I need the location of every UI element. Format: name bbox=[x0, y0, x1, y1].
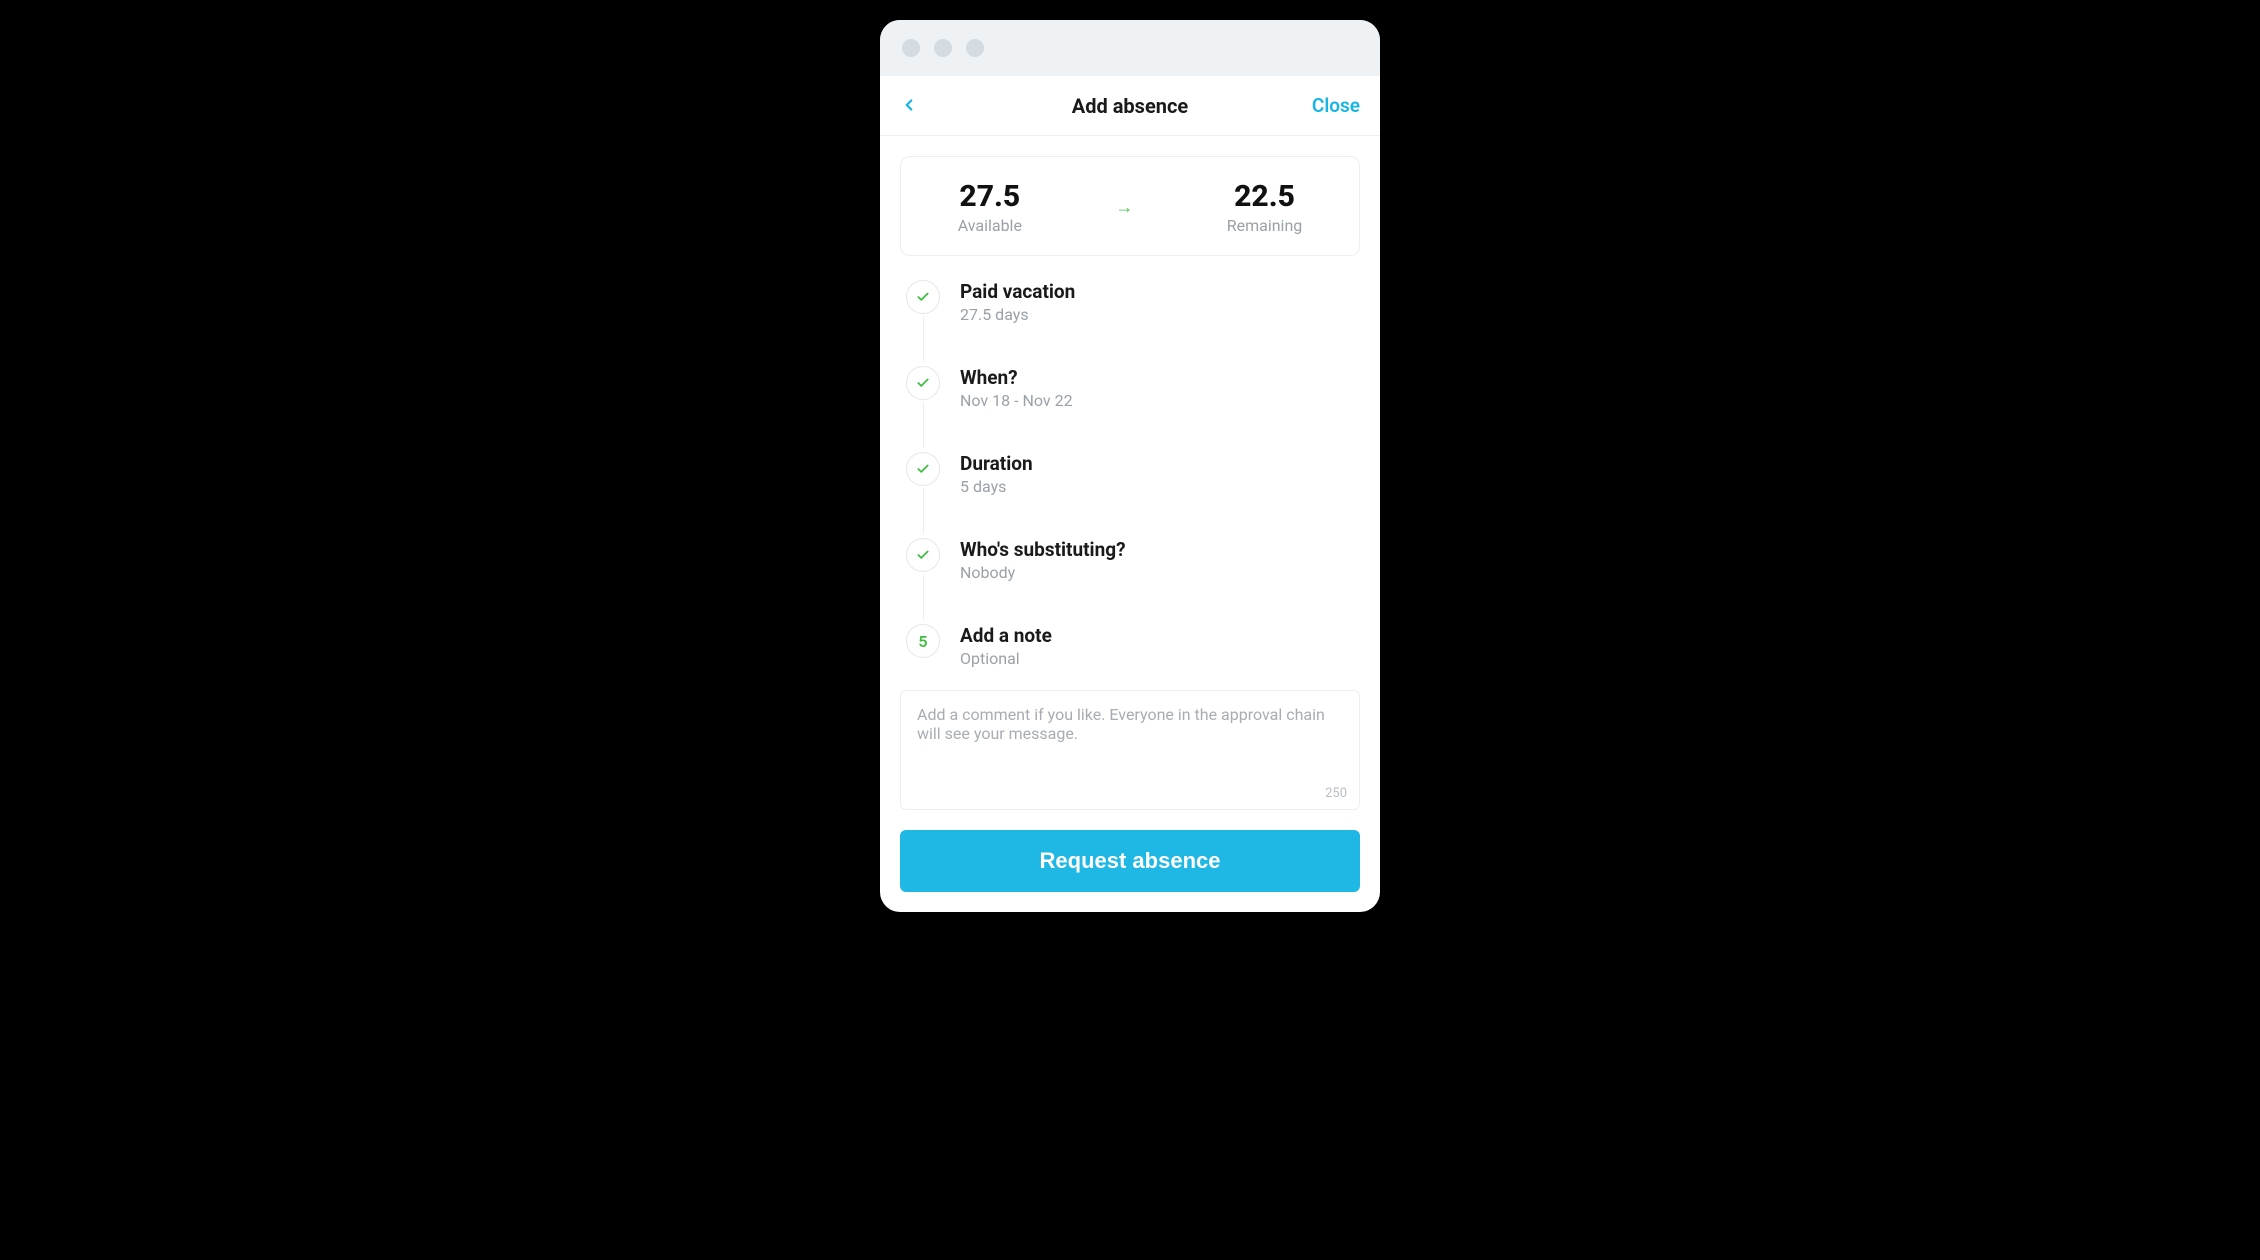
char-count: 250 bbox=[1325, 786, 1347, 801]
available-value: 27.5 bbox=[958, 179, 1022, 214]
step-badge bbox=[906, 280, 940, 314]
close-button[interactable]: Close bbox=[1312, 94, 1360, 117]
remaining-value: 22.5 bbox=[1227, 179, 1303, 214]
balance-card: 27.5 Available → 22.5 Remaining bbox=[900, 156, 1360, 256]
back-button[interactable] bbox=[900, 93, 932, 119]
step-duration[interactable]: Duration 5 days bbox=[906, 452, 1360, 538]
page-title: Add absence bbox=[880, 94, 1380, 118]
step-title: Add a note bbox=[960, 624, 1052, 647]
step-title: Duration bbox=[960, 452, 1033, 475]
step-substituting[interactable]: Who's substituting? Nobody bbox=[906, 538, 1360, 624]
app-window: Add absence Close 27.5 Available → 22.5 … bbox=[880, 20, 1380, 912]
check-icon bbox=[916, 290, 930, 304]
step-subtitle: Nov 18 - Nov 22 bbox=[960, 391, 1073, 410]
step-title: When? bbox=[960, 366, 1073, 389]
note-box: 250 bbox=[900, 690, 1360, 810]
remaining-label: Remaining bbox=[1227, 216, 1303, 235]
step-body: Paid vacation 27.5 days bbox=[960, 280, 1075, 324]
balance-remaining: 22.5 Remaining bbox=[1227, 179, 1303, 235]
step-subtitle: Nobody bbox=[960, 563, 1126, 582]
check-icon bbox=[916, 376, 930, 390]
step-body: Who's substituting? Nobody bbox=[960, 538, 1126, 582]
step-subtitle: Optional bbox=[960, 649, 1052, 668]
page-header: Add absence Close bbox=[880, 76, 1380, 136]
step-body: Duration 5 days bbox=[960, 452, 1033, 496]
arrow-right-icon: → bbox=[1115, 197, 1133, 218]
footer: Request absence bbox=[880, 810, 1380, 912]
step-add-note[interactable]: 5 Add a note Optional bbox=[906, 624, 1360, 686]
step-badge bbox=[906, 452, 940, 486]
step-subtitle: 27.5 days bbox=[960, 305, 1075, 324]
window-control-dot[interactable] bbox=[934, 39, 952, 57]
step-subtitle: 5 days bbox=[960, 477, 1033, 496]
available-label: Available bbox=[958, 216, 1022, 235]
balance-available: 27.5 Available bbox=[958, 179, 1022, 235]
window-control-dot[interactable] bbox=[966, 39, 984, 57]
chevron-left-icon bbox=[900, 96, 918, 114]
step-title: Paid vacation bbox=[960, 280, 1075, 303]
steps-list: Paid vacation 27.5 days When? Nov 18 - N… bbox=[900, 280, 1360, 686]
content-area: 27.5 Available → 22.5 Remaining Paid vac… bbox=[880, 136, 1380, 810]
window-control-dot[interactable] bbox=[902, 39, 920, 57]
step-body: When? Nov 18 - Nov 22 bbox=[960, 366, 1073, 410]
step-absence-type[interactable]: Paid vacation 27.5 days bbox=[906, 280, 1360, 366]
request-absence-button[interactable]: Request absence bbox=[900, 830, 1360, 892]
check-icon bbox=[916, 462, 930, 476]
step-badge bbox=[906, 366, 940, 400]
step-badge: 5 bbox=[906, 624, 940, 658]
note-textarea[interactable] bbox=[917, 705, 1343, 771]
step-body: Add a note Optional bbox=[960, 624, 1052, 668]
check-icon bbox=[916, 548, 930, 562]
step-when[interactable]: When? Nov 18 - Nov 22 bbox=[906, 366, 1360, 452]
window-titlebar bbox=[880, 20, 1380, 76]
step-badge bbox=[906, 538, 940, 572]
step-title: Who's substituting? bbox=[960, 538, 1126, 561]
